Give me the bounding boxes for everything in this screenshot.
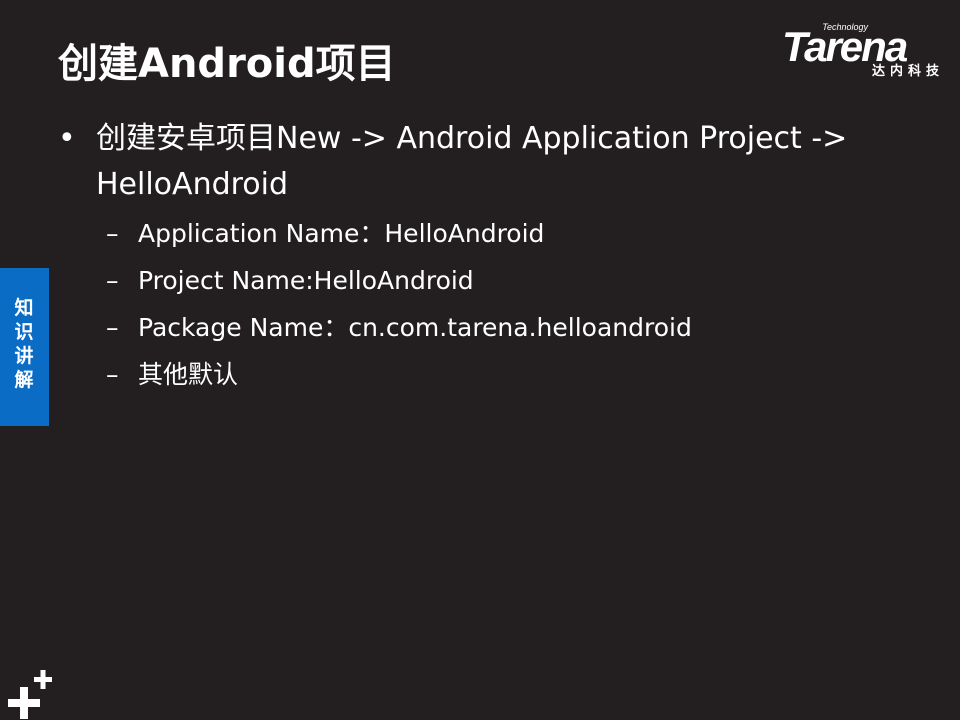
- sub-bullet-text: Project Name:HelloAndroid: [138, 266, 474, 295]
- sub-bullet-text: Package Name：cn.com.tarena.helloandroid: [138, 313, 692, 342]
- tarena-logo: Technology Tarena 达内科技: [780, 22, 948, 84]
- sub-bullet-item: – 其他默认: [106, 351, 918, 398]
- sub-bullet-item: – Package Name：cn.com.tarena.helloandroi…: [106, 304, 918, 351]
- logo-chinese-name: 达内科技: [871, 64, 944, 79]
- bullet-text: 创建安卓项目New -> Android Application Project…: [96, 121, 848, 202]
- sub-bullet-text: 其他默认: [138, 360, 239, 389]
- sub-bullet-mark: –: [106, 266, 119, 295]
- slide-content: • 创建安卓项目New -> Android Application Proje…: [58, 116, 918, 398]
- sub-bullet-list: – Application Name：HelloAndroid – Projec…: [106, 210, 918, 398]
- sub-bullet-item: – Project Name:HelloAndroid: [106, 257, 918, 304]
- side-tab: 知识讲解: [0, 268, 49, 426]
- plus-plus-icon: [8, 670, 52, 719]
- sub-bullet-mark: –: [106, 313, 119, 342]
- bullet-mark: •: [58, 121, 76, 156]
- sub-bullet-item: – Application Name：HelloAndroid: [106, 210, 918, 257]
- bullet-item: • 创建安卓项目New -> Android Application Proje…: [58, 116, 918, 208]
- sub-bullet-text: Application Name：HelloAndroid: [138, 219, 545, 248]
- side-tab-label: 知识讲解: [14, 297, 34, 391]
- sub-bullet-mark: –: [106, 219, 119, 248]
- slide-title: 创建Android项目: [58, 41, 396, 87]
- sub-bullet-mark: –: [106, 360, 119, 389]
